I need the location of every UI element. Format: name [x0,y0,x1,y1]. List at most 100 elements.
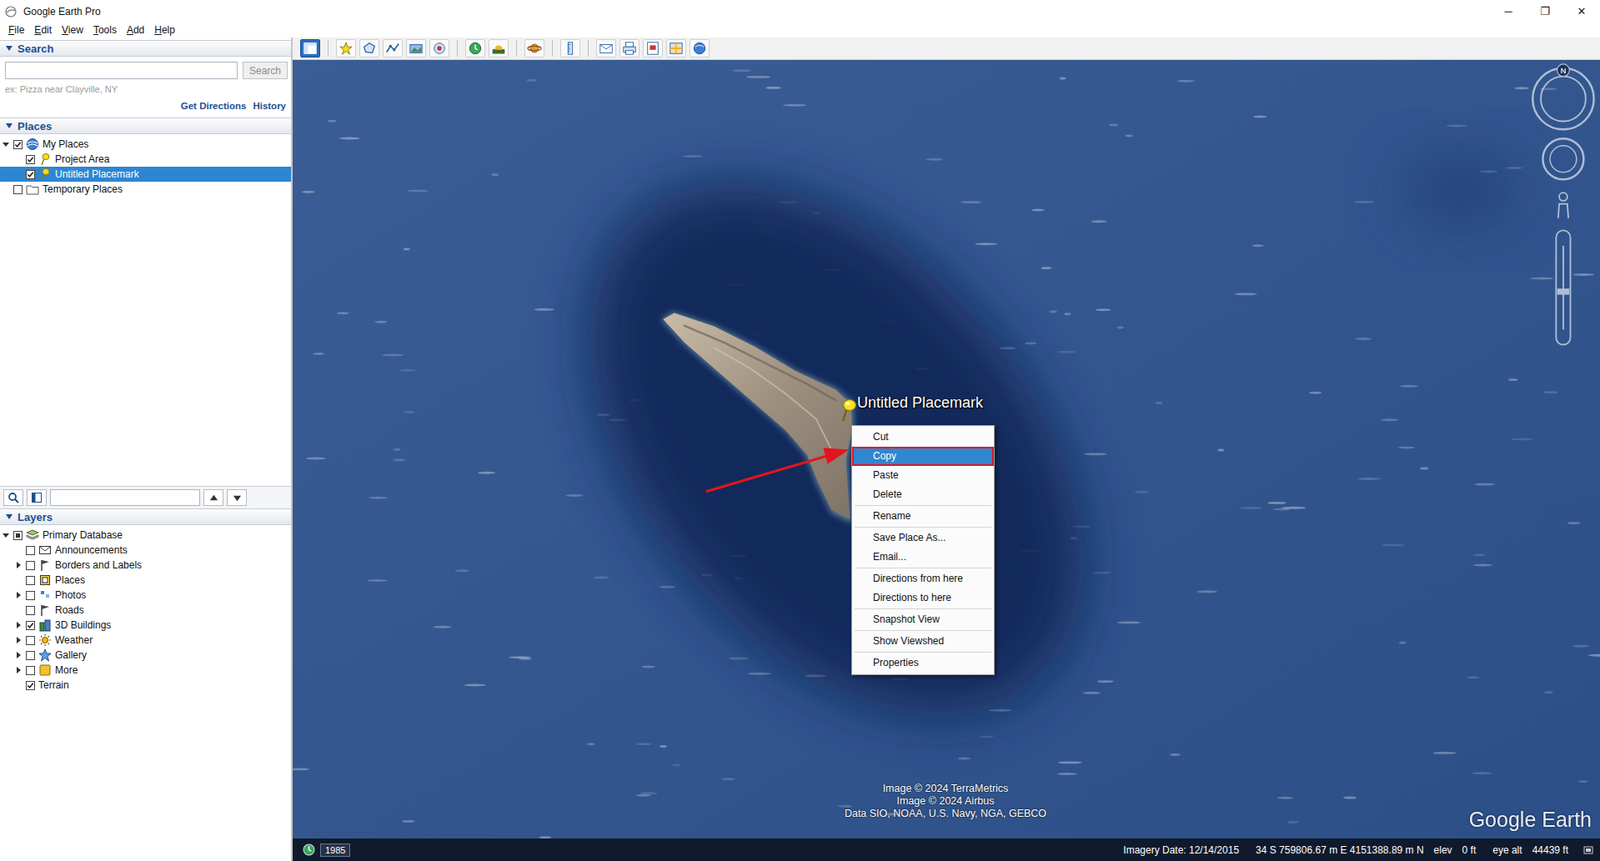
checkbox[interactable] [25,681,36,691]
expander-icon[interactable] [14,591,23,600]
placemark-label[interactable]: Untitled Placemark [857,394,984,412]
menu-item[interactable]: Tools [88,24,122,36]
tour-button[interactable] [429,39,450,58]
window-control-button[interactable]: ❐ [1526,0,1564,23]
checkbox[interactable] [25,561,36,571]
checkbox[interactable] [25,170,36,180]
move-down-button[interactable] [226,489,247,507]
menu-item[interactable]: Help [149,24,181,36]
checkbox[interactable] [25,666,36,676]
move-up-button[interactable] [203,489,224,507]
checkbox[interactable] [25,636,36,646]
expander-icon[interactable] [14,636,23,645]
expander-icon[interactable] [14,576,23,585]
overlay-button[interactable] [406,39,427,58]
context-menu-item[interactable]: Snapshot View [852,610,994,630]
collapse-icon[interactable] [5,512,14,522]
tree-item[interactable]: 3D Buildings [0,617,291,633]
context-menu-item[interactable]: Paste [852,466,994,486]
context-menu-item[interactable]: Email... [852,547,994,567]
ruler-button[interactable] [560,39,581,58]
window-control-button[interactable]: ─ [1489,0,1527,23]
tree-item[interactable]: Announcements [0,542,291,558]
email-button[interactable] [596,39,617,58]
tree-item[interactable]: Terrain [0,677,291,693]
panel-link[interactable]: Get Directions [180,100,247,111]
checkbox[interactable] [25,576,36,586]
context-menu-item[interactable]: Delete [852,485,994,505]
checkbox[interactable] [25,591,36,601]
map-view[interactable]: NUntitled PlacemarkImage © 2024 TerraMet… [292,60,1600,839]
search-input[interactable] [5,61,238,80]
context-menu-item[interactable]: Directions from here [852,569,994,589]
expander-icon[interactable] [14,561,23,570]
checkbox[interactable] [13,531,23,541]
tree-item[interactable]: Photos [0,587,291,603]
expander-icon[interactable] [14,546,23,555]
tree-item[interactable]: Roads [0,602,291,618]
tree-item[interactable]: Untitled Placemark [0,166,291,182]
places-filter-input[interactable] [50,489,201,507]
expander-icon[interactable] [1,140,11,149]
expander-icon[interactable] [14,651,23,660]
context-menu-item[interactable]: Copy [852,446,994,467]
expander-icon[interactable] [14,666,23,675]
panel-header[interactable]: Search [0,40,291,57]
web-button[interactable] [689,39,710,58]
window-control-button[interactable]: ✕ [1563,0,1600,23]
panel-toggle-button[interactable] [26,489,47,507]
search-button[interactable]: Search [242,61,288,80]
sunlight-button[interactable] [488,39,509,58]
planet-button[interactable] [524,39,545,58]
tree-item[interactable]: Project Area [0,151,291,167]
checkbox[interactable] [13,140,23,150]
menu-item[interactable]: Add [121,24,150,36]
checkbox[interactable] [13,185,23,195]
history-button[interactable] [465,39,486,58]
collapse-icon[interactable] [5,121,14,131]
tree-item[interactable]: Temporary Places [0,181,291,197]
path-button[interactable] [382,39,403,58]
expander-icon[interactable] [14,606,23,615]
maps-button[interactable] [666,39,687,58]
expander-icon[interactable] [14,621,23,630]
expander-icon[interactable] [14,170,23,179]
context-menu-item[interactable]: Show Viewshed [852,631,994,652]
checkbox[interactable] [25,155,36,165]
search-places-button[interactable] [3,489,24,507]
tree-item[interactable]: More [0,662,291,678]
tree-item[interactable]: My Places [0,136,291,152]
expander-icon[interactable] [14,681,23,690]
historical-year[interactable]: 1985 [320,843,351,858]
context-menu-item[interactable]: Properties [852,653,994,673]
tree-item[interactable]: Places [0,572,291,588]
expander-icon[interactable] [1,185,11,194]
tree-item[interactable]: Gallery [0,647,291,663]
menu-item[interactable]: View [56,24,89,36]
expander-icon[interactable] [14,155,23,164]
menu-item[interactable]: File [3,24,30,36]
panel-header[interactable]: Places [0,117,291,135]
expander-icon[interactable] [1,531,11,540]
historical-imagery-icon[interactable] [302,843,316,857]
polygon-button[interactable] [359,39,380,58]
context-menu-item[interactable]: Directions to here [852,588,994,608]
sidebar-button[interactable] [300,39,321,58]
context-menu-item[interactable]: Rename [852,506,994,527]
menu-item[interactable]: Edit [29,24,57,36]
tree-item[interactable]: Primary Database [0,527,291,543]
placemark-button[interactable] [336,39,357,58]
tree-item[interactable]: Weather [0,632,291,648]
checkbox[interactable] [25,621,36,631]
checkbox[interactable] [25,651,36,661]
checkbox[interactable] [25,606,36,616]
print-button[interactable] [619,39,640,58]
context-menu-item[interactable]: Save Place As... [852,528,994,548]
tree-item[interactable]: Borders and Labels [0,557,291,573]
context-menu-item[interactable]: Cut [852,427,994,447]
collapse-icon[interactable] [5,44,14,53]
panel-header[interactable]: Layers [0,508,291,526]
placemark-pin-icon[interactable] [839,398,858,422]
image-button[interactable] [642,39,663,58]
checkbox[interactable] [25,546,36,556]
